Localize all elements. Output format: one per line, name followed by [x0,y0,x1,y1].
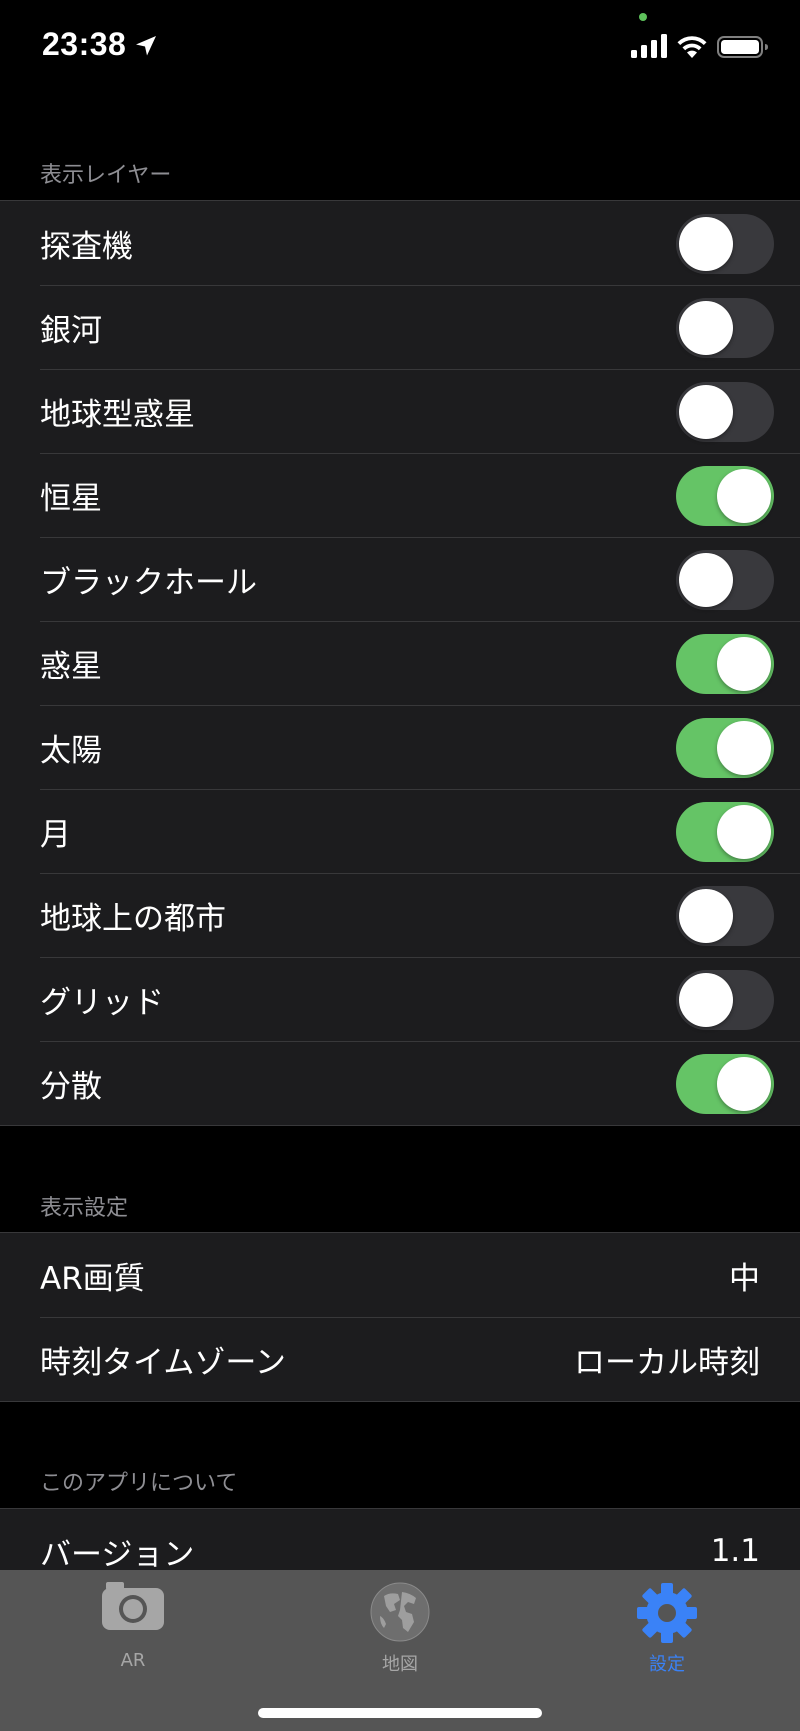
row-label: 探査機 [40,228,133,265]
row-label: 惑星 [40,648,102,685]
layer-row-galaxy: 銀河 [0,285,800,369]
cellular-signal-icon [631,34,667,58]
settings-screen: 23:38 表示レイヤー 探査機 銀河 地球型惑星 恒星 ブラックホール 惑星 … [0,0,800,1731]
gear-icon [637,1583,697,1643]
toggle-switch[interactable] [676,1054,774,1114]
layers-group: 探査機 銀河 地球型惑星 恒星 ブラックホール 惑星 太陽 月 地球上の都市 グ… [0,200,800,1126]
layer-row-moon: 月 [0,789,800,873]
battery-icon [717,36,768,58]
toggle-knob [679,301,733,355]
tab-label: AR [120,1650,146,1671]
toggle-knob [717,637,771,691]
layer-row-sun: 太陽 [0,705,800,789]
section-header-about: このアプリについて [40,1471,238,1496]
row-label: 分散 [40,1068,102,1105]
version-value: 1.1 [710,1533,760,1569]
toggle-knob [717,805,771,859]
row-label: ブラックホール [40,564,257,601]
row-label: グリッド [40,984,164,1021]
row-label: 月 [40,816,71,853]
row-label: バージョン [40,1536,195,1573]
tab-label: 地図 [382,1654,418,1675]
row-label: 地球型惑星 [40,396,195,433]
toggle-switch[interactable] [676,466,774,526]
section-header-display: 表示設定 [40,1196,129,1221]
toggle-switch[interactable] [676,802,774,862]
toggle-switch[interactable] [676,886,774,946]
layer-row-planet: 惑星 [0,621,800,705]
layer-row-black-hole: ブラックホール [0,537,800,621]
row-label: AR画質 [40,1260,145,1297]
toggle-knob [679,217,733,271]
row-label: 地球上の都市 [40,900,226,937]
layer-row-earth-cities: 地球上の都市 [0,873,800,957]
row-label: 銀河 [40,312,102,349]
toggle-switch[interactable] [676,382,774,442]
toggle-knob [679,553,733,607]
timezone-row[interactable]: 時刻タイムゾーン ローカル時刻 [0,1317,800,1401]
layer-row-grid: グリッド [0,957,800,1041]
tab-bar: AR 地図 設定 [0,1570,800,1731]
row-label: 時刻タイムゾーン [40,1344,286,1381]
toggle-switch[interactable] [676,970,774,1030]
privacy-indicator-dot [639,13,647,21]
toggle-knob [679,973,733,1027]
ar-quality-row[interactable]: AR画質 中 [0,1233,800,1317]
toggle-knob [717,1057,771,1111]
toggle-switch[interactable] [676,214,774,274]
layer-row-probe: 探査機 [0,201,800,285]
globe-icon [370,1582,430,1642]
layer-row-star: 恒星 [0,453,800,537]
status-time: 23:38 [42,26,127,62]
toggle-switch[interactable] [676,298,774,358]
tab-settings[interactable]: 設定 [567,1570,767,1680]
tab-ar[interactable]: AR [33,1570,233,1680]
toggle-knob [717,469,771,523]
toggle-switch[interactable] [676,634,774,694]
layer-row-terrestrial-planet: 地球型惑星 [0,369,800,453]
home-indicator [258,1708,542,1718]
row-label: 太陽 [40,732,102,769]
tab-map[interactable]: 地図 [300,1570,500,1680]
toggle-knob [679,889,733,943]
timezone-value: ローカル時刻 [574,1344,760,1381]
toggle-switch[interactable] [676,718,774,778]
wifi-icon [677,36,707,58]
toggle-knob [717,721,771,775]
display-settings-group: AR画質 中 時刻タイムゾーン ローカル時刻 [0,1232,800,1402]
section-header-layers: 表示レイヤー [40,163,172,188]
ar-quality-value: 中 [729,1260,760,1297]
toggle-knob [679,385,733,439]
camera-icon [102,1582,164,1630]
status-bar: 23:38 [0,0,800,95]
location-arrow-icon [136,36,156,56]
toggle-switch[interactable] [676,550,774,610]
row-label: 恒星 [40,480,102,517]
tab-label: 設定 [649,1654,685,1675]
layer-row-dispersion: 分散 [0,1041,800,1125]
